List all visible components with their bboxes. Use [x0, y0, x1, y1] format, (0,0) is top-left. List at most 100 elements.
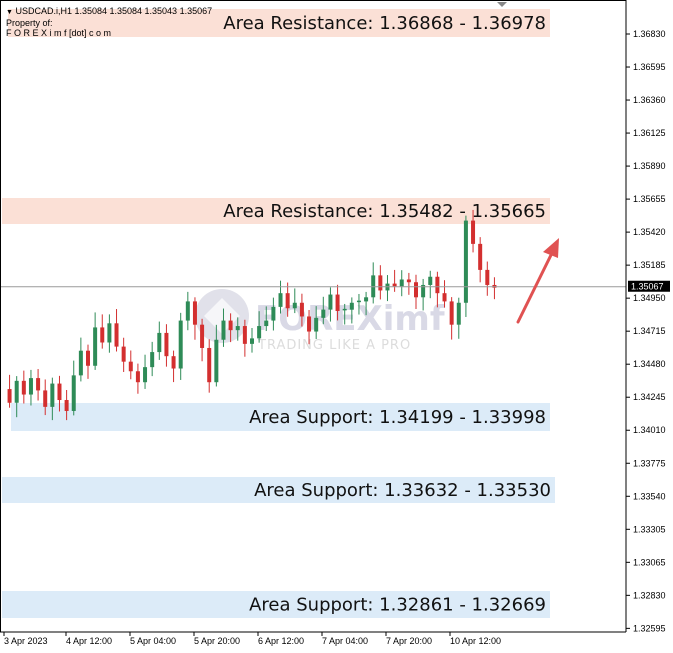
candle-body [321, 309, 326, 318]
current-price-label: 1.35067 [631, 282, 664, 292]
candle-body [86, 350, 90, 366]
chart-header: ▼ USDCAD.i,H1 1.35084 1.35084 1.35043 1.… [6, 6, 212, 38]
owner-label: F O R E X i m f [dot] c o m [6, 28, 112, 38]
candle-body [21, 380, 26, 395]
candle-body [93, 327, 98, 366]
x-tick-label: 4 Apr 12:00 [66, 636, 112, 646]
candle-body [392, 283, 397, 287]
y-tick-label: 1.34245 [633, 392, 666, 402]
candle-body [78, 350, 83, 376]
chart-canvas: Area Resistance: 1.36868 - 1.36978 Area R… [0, 0, 673, 653]
candle-body [406, 279, 411, 283]
current-price-tag: 1.35067 [628, 280, 670, 292]
candle-body [399, 279, 404, 287]
candle-body [356, 300, 361, 303]
collapse-triangle-icon[interactable]: ▼ [6, 9, 13, 16]
candle-body [242, 326, 247, 344]
candle-body [14, 380, 19, 403]
candle-body [228, 320, 233, 331]
candle-body [36, 378, 41, 391]
candle-body [121, 346, 126, 362]
y-tick-label: 1.34010 [633, 425, 666, 435]
x-tick-label: 5 Apr 04:00 [130, 636, 176, 646]
candle-body [192, 301, 197, 325]
candle-body [28, 378, 33, 395]
support-zone-label-4: Area Support: 1.33632 - 1.33530 [254, 480, 551, 501]
candle-body [150, 352, 155, 368]
candle-body [221, 320, 226, 340]
candle-body [342, 308, 347, 311]
candle-body [471, 220, 476, 244]
candle-body [164, 332, 169, 357]
y-tick-label: 1.35655 [633, 194, 666, 204]
support-zone-label-3: Area Support: 1.34199 - 1.33998 [249, 407, 546, 428]
candle-body [57, 383, 62, 401]
candle-body [107, 323, 112, 343]
candle-body [135, 371, 140, 383]
candle-body [64, 400, 69, 411]
candle-body [314, 317, 319, 332]
x-tick-label: 5 Apr 20:00 [194, 636, 240, 646]
support-zone-label-5: Area Support: 1.32861 - 1.32669 [249, 595, 546, 616]
candle-body [100, 327, 105, 343]
candle-body [114, 323, 119, 347]
candle-body [307, 316, 312, 332]
candle-body [456, 302, 461, 325]
candle-body [128, 361, 133, 372]
candle-body [442, 293, 447, 302]
y-tick-label: 1.32830 [633, 590, 666, 600]
candle-body [378, 275, 383, 291]
y-tick-label: 1.36360 [633, 95, 666, 105]
candle-body [235, 326, 240, 331]
candle-body [271, 306, 276, 321]
candle-body [171, 356, 176, 369]
y-tick-label: 1.33775 [633, 458, 666, 468]
candle-body [278, 293, 283, 307]
candle-body [328, 294, 333, 310]
y-tick-label: 1.36125 [633, 128, 666, 138]
y-tick-label: 1.33540 [633, 491, 666, 501]
candle-body [414, 282, 418, 298]
candle-body [335, 294, 340, 311]
candle-body [200, 324, 205, 348]
candle-body [71, 375, 76, 411]
candle-body [485, 269, 490, 285]
y-tick-label: 1.36595 [633, 62, 666, 72]
candle-body [7, 389, 12, 403]
resistance-zone-label-2: Area Resistance: 1.35482 - 1.35665 [223, 201, 546, 222]
x-tick-label: 7 Apr 04:00 [322, 636, 368, 646]
candle-body [292, 302, 297, 309]
candle-body [435, 276, 440, 294]
x-tick-label: 6 Apr 12:00 [258, 636, 304, 646]
y-tick-label: 1.34715 [633, 326, 666, 336]
y-tick-label: 1.33305 [633, 524, 666, 534]
y-tick-label: 1.32595 [633, 623, 666, 633]
candle-body [364, 297, 369, 302]
candle-body [349, 302, 354, 310]
x-tick-label: 7 Apr 20:00 [386, 636, 432, 646]
y-tick-label: 1.34950 [633, 293, 666, 303]
candle-body [257, 326, 262, 339]
y-tick-label: 1.35185 [633, 260, 666, 270]
candle-body [478, 243, 483, 270]
watermark-tagline: TRADING LIKE A PRO [257, 338, 411, 353]
candle-body [449, 301, 454, 325]
x-tick-label: 3 Apr 2023 [4, 636, 48, 646]
candle-body [250, 338, 254, 344]
property-label: Property of: [6, 18, 53, 28]
candle-body [143, 367, 148, 383]
candle-body [264, 320, 269, 327]
candle-body [428, 276, 433, 285]
symbol-info: USDCAD.i,H1 1.35084 1.35084 1.35043 1.35… [15, 6, 213, 16]
resistance-zone-label-1: Area Resistance: 1.36868 - 1.36978 [223, 13, 546, 34]
y-tick-label: 1.35890 [633, 161, 666, 171]
candle-body [207, 347, 212, 383]
y-tick-label: 1.36830 [633, 29, 666, 39]
candle-body [299, 302, 304, 317]
candle-body [157, 332, 162, 353]
y-tick-label: 1.33065 [633, 557, 666, 567]
candle-body [463, 220, 468, 303]
x-tick-label: 10 Apr 12:00 [450, 636, 501, 646]
candle-body [214, 339, 219, 383]
y-tick-label: 1.34480 [633, 359, 666, 369]
